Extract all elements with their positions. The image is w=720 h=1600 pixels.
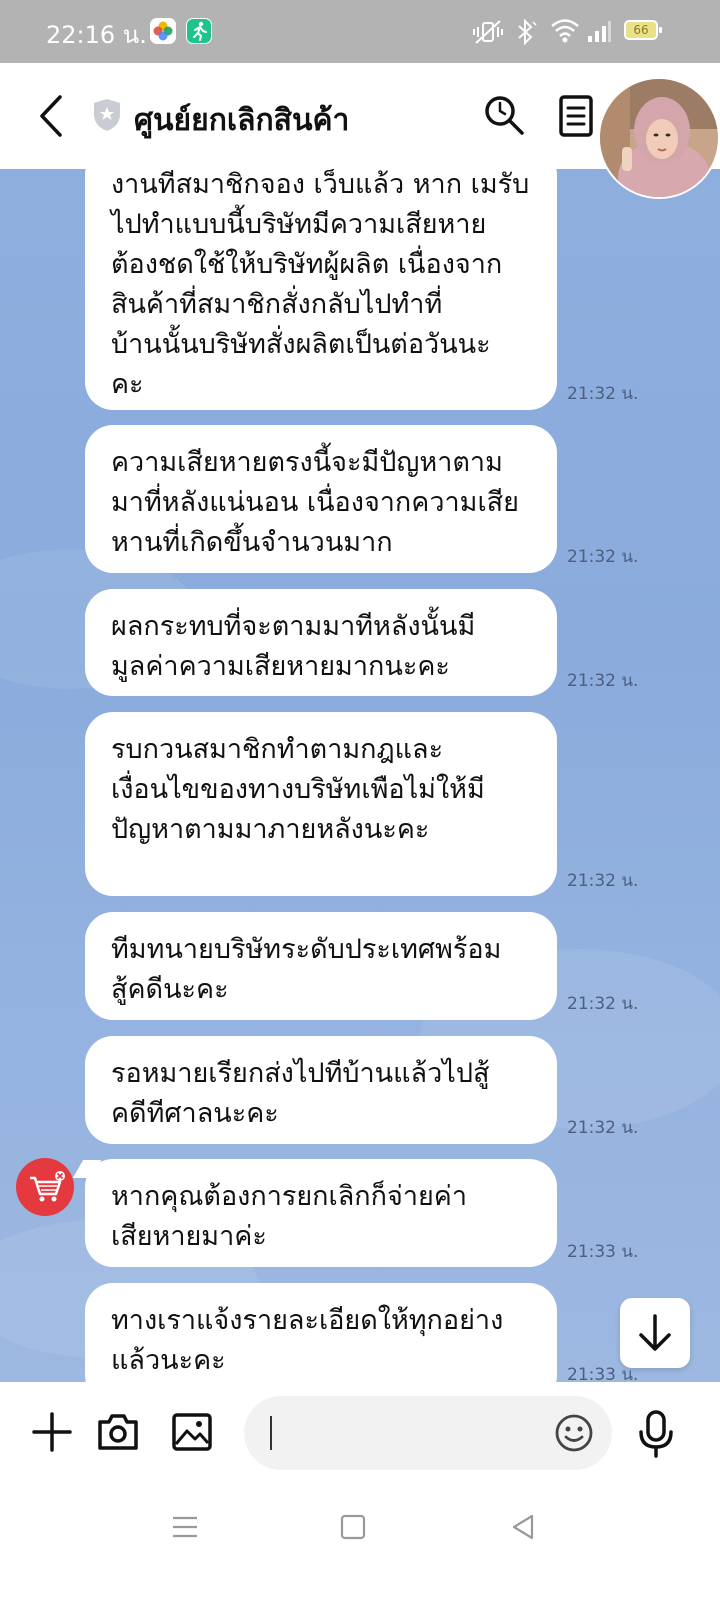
search-icon[interactable]: [482, 93, 526, 137]
message-time: 21:32 น.: [567, 671, 639, 691]
message-bubble[interactable]: รอหมายเรียกส่งไปทีบ้านแล้วไปสู้ คดีทีศาล…: [85, 1036, 557, 1144]
sender-avatar[interactable]: [16, 1158, 74, 1216]
message-input[interactable]: [244, 1396, 612, 1470]
message-time: 21:32 น.: [567, 1118, 639, 1138]
scroll-to-bottom-button[interactable]: [620, 1298, 690, 1368]
photos-app-icon: [150, 18, 176, 44]
message-bubble[interactable]: หากคุณต้องการยกเลิกก็จ่ายค่า เสียหายมาค่…: [85, 1159, 557, 1267]
message-bubble[interactable]: ทางเราแจ้งรายละเอียดให้ทุกอย่าง แล้วนะคะ: [85, 1283, 557, 1382]
message-bubble[interactable]: ผลกระทบที่จะตามมาทีหลังนั้นมี มูลค่าความ…: [85, 589, 557, 696]
message-bubble[interactable]: ทีมทนายบริษัทระดับประเทศพร้อม สู้คดีนะคะ: [85, 912, 557, 1020]
input-bar: [0, 1382, 720, 1482]
text-caret: [270, 1416, 272, 1450]
status-time: 22:16 น.: [46, 21, 147, 49]
wifi-icon: [551, 19, 579, 43]
battery-icon: 66: [624, 20, 662, 40]
message-bubble[interactable]: รบกวนสมาชิกทำตามกฎและ เงื่อนไขของทางบริษ…: [85, 712, 557, 896]
camera-icon[interactable]: [96, 1410, 140, 1454]
avatar[interactable]: [598, 77, 720, 199]
message-bubble[interactable]: งานที่สมาชิกจอง เว็บแล้ว หาก เมรับ ไปทำแ…: [85, 169, 557, 410]
shield-icon: [94, 99, 120, 131]
add-icon[interactable]: [30, 1410, 74, 1454]
bluetooth-icon: [518, 18, 537, 46]
image-icon[interactable]: [170, 1410, 214, 1454]
emoji-icon[interactable]: [554, 1413, 594, 1453]
signal-icon: [588, 21, 611, 42]
mute-vibrate-icon: [473, 20, 503, 44]
menu-icon[interactable]: [556, 93, 598, 139]
message-time: 21:32 น.: [567, 871, 639, 891]
message-time: 21:32 น.: [567, 994, 639, 1014]
chat-area[interactable]: งานที่สมาชิกจอง เว็บแล้ว หาก เมรับ ไปทำแ…: [0, 169, 720, 1382]
shopping-cart-icon: [30, 1171, 65, 1202]
message-time: 21:32 น.: [567, 384, 639, 404]
microphone-icon[interactable]: [638, 1410, 674, 1458]
recent-apps-icon[interactable]: [170, 1512, 200, 1542]
status-bar: 22:16 น. 66: [0, 0, 720, 63]
arrow-down-icon: [639, 1314, 671, 1351]
message-bubble[interactable]: ความเสียหายตรงนี้จะมีปัญหาตาม มาที่หลังแ…: [85, 425, 557, 573]
back-icon[interactable]: [32, 93, 72, 139]
back-nav-icon[interactable]: [508, 1512, 538, 1542]
message-time: 21:32 น.: [567, 547, 639, 567]
chat-title: ศูนย์ยกเลิกสินค้า: [134, 103, 350, 138]
navigation-bar: [0, 1482, 720, 1600]
home-icon[interactable]: [338, 1512, 368, 1542]
message-time: 21:33 น.: [567, 1242, 639, 1262]
fitness-app-icon: [186, 18, 212, 44]
